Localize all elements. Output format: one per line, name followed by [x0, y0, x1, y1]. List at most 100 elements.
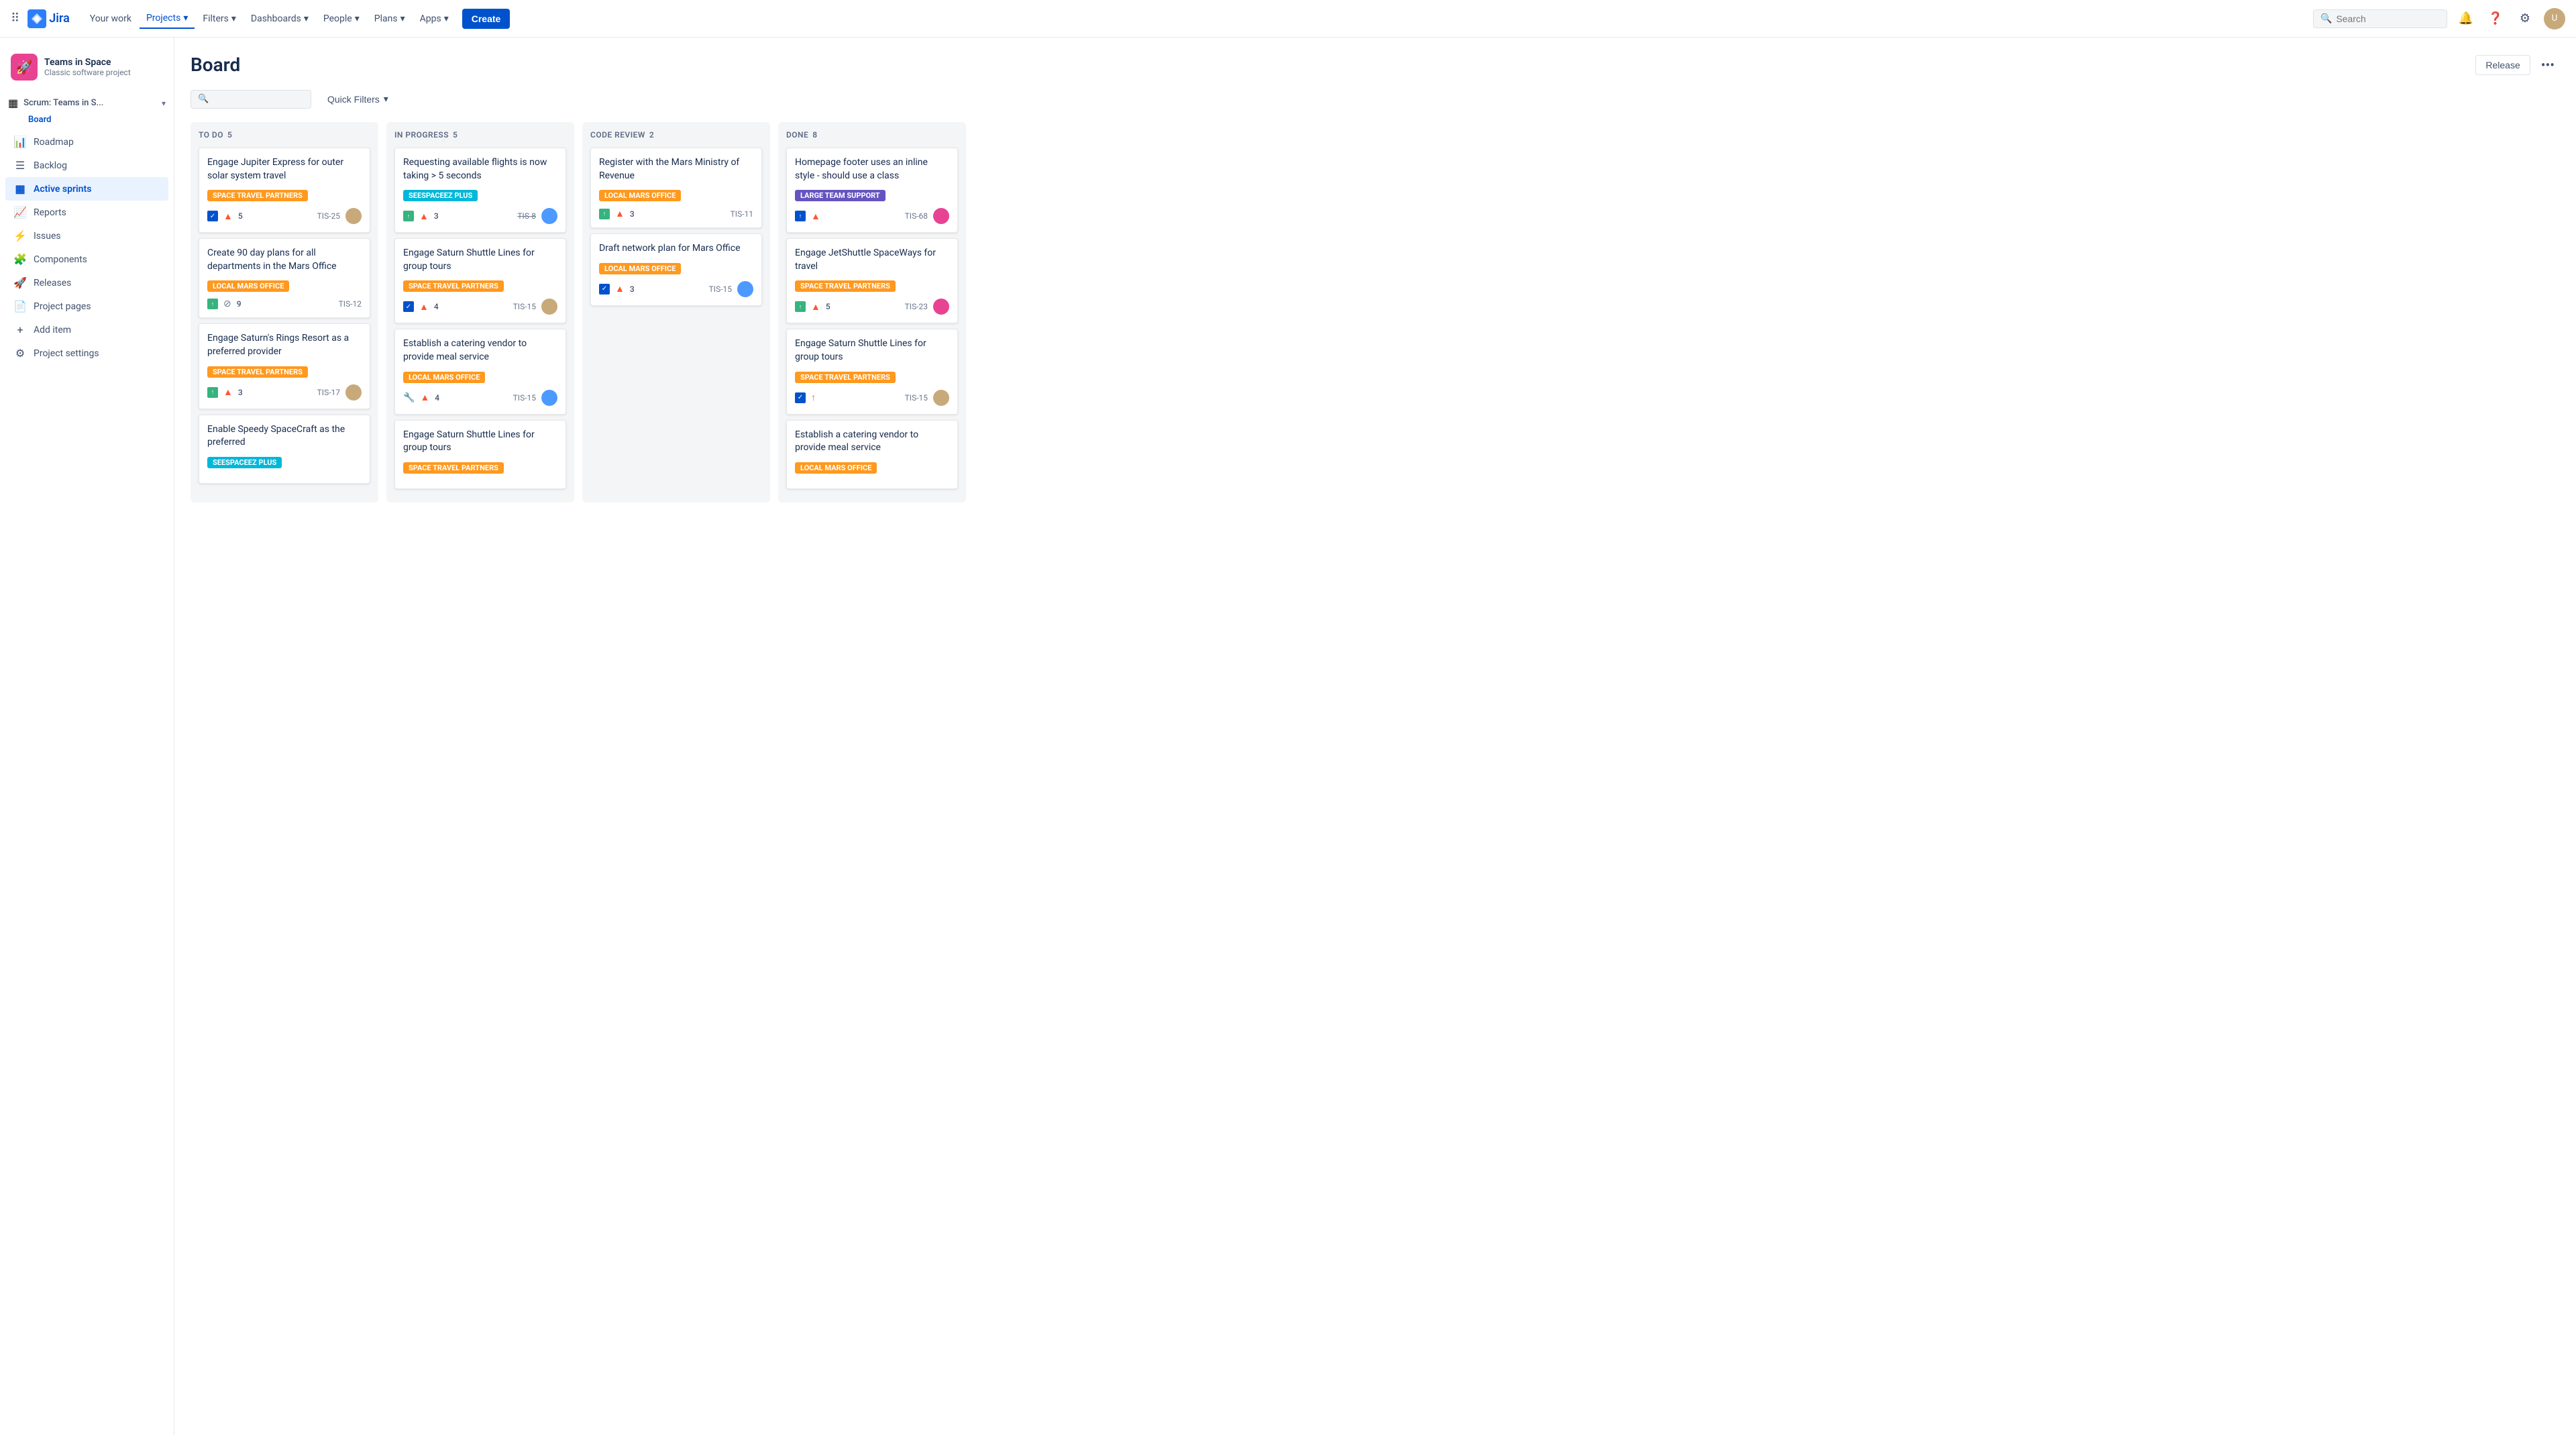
jira-logo-text: Jira	[49, 11, 70, 25]
card-tag: LOCAL MARS OFFICE	[599, 263, 681, 274]
sidebar-item-issues[interactable]: ⚡ Issues	[5, 224, 168, 248]
priority-up-icon: ↑	[811, 392, 816, 403]
avatar	[933, 299, 949, 315]
table-row[interactable]: Engage Saturn Shuttle Lines for group to…	[394, 420, 566, 489]
card-title: Create 90 day plans for all departments …	[207, 247, 362, 273]
table-row[interactable]: Engage JetShuttle SpaceWays for travel S…	[786, 238, 958, 323]
table-row[interactable]: Enable Speedy SpaceCraft as the preferre…	[199, 415, 370, 484]
settings-icon[interactable]: ⚙	[2514, 8, 2536, 30]
sidebar-item-releases[interactable]: 🚀 Releases	[5, 271, 168, 295]
story-icon: ↑	[207, 387, 218, 398]
avatar	[345, 208, 362, 224]
sidebar-item-roadmap[interactable]: 📊 Roadmap	[5, 130, 168, 154]
sidebar-item-backlog[interactable]: ☰ Backlog	[5, 154, 168, 177]
card-footer: ✓ ↑ TIS-15	[795, 390, 949, 406]
help-icon[interactable]: ❓	[2485, 8, 2506, 30]
ticket-id: TIS-17	[317, 388, 340, 397]
story-points: 3	[630, 284, 635, 294]
nav-items: Your work Projects ▾ Filters ▾ Dashboard…	[83, 9, 2308, 29]
table-row[interactable]: Establish a catering vendor to provide m…	[394, 329, 566, 414]
sidebar-item-project-pages[interactable]: 📄 Project pages	[5, 295, 168, 318]
nav-dashboards[interactable]: Dashboards ▾	[244, 9, 315, 28]
nav-people[interactable]: People ▾	[317, 9, 366, 28]
story-icon: ↑	[403, 211, 414, 221]
card-title: Engage Saturn Shuttle Lines for group to…	[403, 247, 557, 273]
sidebar-item-label: Components	[34, 254, 87, 265]
col-count-done: 8	[812, 130, 817, 140]
col-header-codereview: CODE REVIEW 2	[590, 130, 762, 140]
board-header: Board Release •••	[191, 54, 2560, 76]
table-row[interactable]: Engage Jupiter Express for outer solar s…	[199, 148, 370, 233]
more-options-button[interactable]: •••	[2536, 54, 2560, 76]
sidebar-item-label: Roadmap	[34, 137, 74, 148]
create-button[interactable]: Create	[462, 9, 511, 29]
col-count-codereview: 2	[649, 130, 654, 140]
col-header-inprogress: IN PROGRESS 5	[394, 130, 566, 140]
card-footer: ↑ ▲ TIS-68	[795, 208, 949, 224]
table-row[interactable]: Create 90 day plans for all departments …	[199, 238, 370, 318]
sidebar-board-sub[interactable]: Board	[0, 115, 174, 127]
ticket-id: TIS-15	[905, 393, 928, 403]
board-search-bar[interactable]: 🔍	[191, 90, 311, 109]
sidebar-item-project-settings[interactable]: ⚙ Project settings	[5, 341, 168, 365]
col-title-todo: TO DO	[199, 130, 223, 140]
quick-filters-button[interactable]: Quick Filters ▾	[319, 89, 396, 109]
search-input[interactable]	[2336, 13, 2440, 24]
table-row[interactable]: Engage Saturn Shuttle Lines for group to…	[786, 329, 958, 414]
nav-plans[interactable]: Plans ▾	[368, 9, 412, 28]
user-avatar[interactable]: U	[2544, 8, 2565, 30]
search-bar[interactable]: 🔍	[2313, 9, 2447, 28]
nav-apps[interactable]: Apps ▾	[413, 9, 455, 28]
sidebar-item-reports[interactable]: 📈 Reports	[5, 201, 168, 224]
grid-icon[interactable]: ⠿	[11, 11, 19, 25]
ticket-id: TIS-8	[517, 211, 536, 221]
table-row[interactable]: Homepage footer uses an inline style - s…	[786, 148, 958, 233]
table-row[interactable]: Requesting available flights is now taki…	[394, 148, 566, 233]
card-footer: ✓ ▲ 4 TIS-15	[403, 299, 557, 315]
card-footer: ↑ ▲ 5 TIS-23	[795, 299, 949, 315]
sidebar-item-active-sprints[interactable]: ▦ Active sprints	[5, 177, 168, 201]
release-button[interactable]: Release	[2475, 55, 2530, 75]
card-tag: SPACE TRAVEL PARTNERS	[403, 280, 504, 292]
col-title-done: DONE	[786, 130, 808, 140]
board-header-actions: Release •••	[2475, 54, 2560, 76]
card-tag: LOCAL MARS OFFICE	[403, 372, 485, 383]
card-title: Engage Saturn Shuttle Lines for group to…	[403, 429, 557, 455]
table-row[interactable]: Draft network plan for Mars Office LOCAL…	[590, 233, 762, 306]
table-row[interactable]: Establish a catering vendor to provide m…	[786, 420, 958, 489]
table-row[interactable]: Register with the Mars Ministry of Reven…	[590, 148, 762, 228]
sidebar-item-add-item[interactable]: + Add item	[5, 318, 168, 341]
avatar	[737, 281, 753, 297]
card-title: Engage JetShuttle SpaceWays for travel	[795, 247, 949, 273]
card-title: Draft network plan for Mars Office	[599, 242, 753, 256]
nav-filters[interactable]: Filters ▾	[196, 9, 243, 28]
ticket-id: TIS-15	[513, 393, 536, 403]
card-title: Engage Saturn Shuttle Lines for group to…	[795, 337, 949, 364]
releases-icon: 🚀	[13, 276, 27, 289]
story-icon: ↑	[795, 301, 806, 312]
story-points: 3	[434, 211, 439, 221]
chevron-down-icon: ▾	[400, 13, 405, 24]
table-row[interactable]: Engage Saturn Shuttle Lines for group to…	[394, 238, 566, 323]
card-footer: ✓ ▲ 5 TIS-25	[207, 208, 362, 224]
notifications-icon[interactable]: 🔔	[2455, 8, 2477, 30]
card-footer: ✓ ▲ 3 TIS-15	[599, 281, 753, 297]
logo[interactable]: Jira	[28, 9, 70, 28]
nav-your-work[interactable]: Your work	[83, 9, 138, 28]
scrum-board-header[interactable]: ▦ Scrum: Teams in S... ▾	[0, 91, 174, 115]
priority-icon: ▲	[615, 283, 625, 295]
card-tag: SEESPACEEZ PLUS	[207, 457, 282, 468]
board-search-input[interactable]	[213, 94, 304, 105]
table-row[interactable]: Engage Saturn's Rings Resort as a prefer…	[199, 323, 370, 409]
project-settings-icon: ⚙	[13, 347, 27, 360]
avatar	[933, 208, 949, 224]
sidebar-item-components[interactable]: 🧩 Components	[5, 248, 168, 271]
story-points: 3	[238, 388, 243, 397]
ticket-id: TIS-25	[317, 211, 340, 221]
wrench-icon: 🔧	[403, 392, 415, 403]
jira-logo-icon	[28, 9, 46, 28]
scrum-icon: ▦	[8, 97, 18, 109]
ticket-id: TIS-68	[905, 211, 928, 221]
story-points: 5	[238, 211, 243, 221]
nav-projects[interactable]: Projects ▾	[140, 9, 195, 29]
